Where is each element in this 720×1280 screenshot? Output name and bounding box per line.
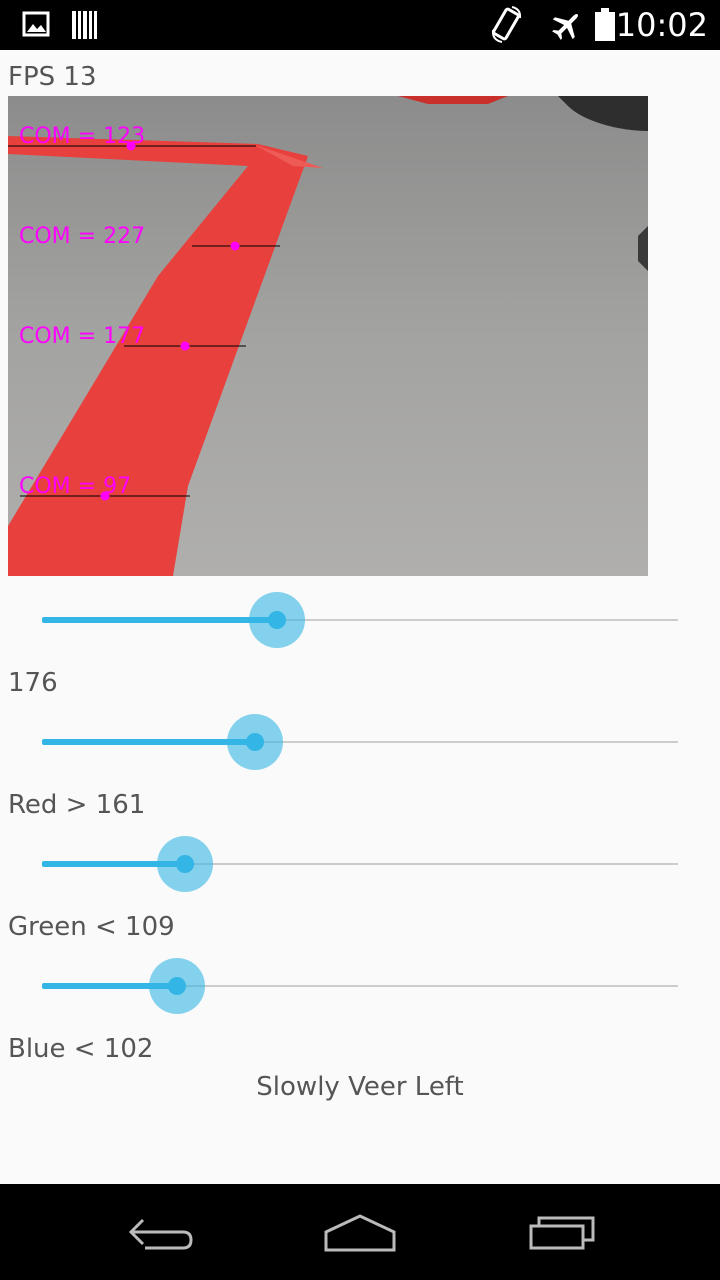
- slider-thumb[interactable]: [246, 733, 264, 751]
- red-slider[interactable]: [42, 714, 678, 770]
- slider-fill: [42, 617, 277, 623]
- recent-apps-icon: [529, 1216, 595, 1250]
- com-label: COM = 227: [19, 224, 146, 249]
- navigation-bar: [0, 1184, 720, 1280]
- home-button[interactable]: [312, 1202, 408, 1262]
- clock: 10:02: [615, 6, 708, 44]
- green-label: Green < 109: [8, 912, 175, 942]
- com-label: COM = 123: [19, 124, 146, 149]
- camera-view: COM = 123 COM = 227 COM = 177 COM = 97: [8, 96, 648, 576]
- slider-fill: [42, 739, 255, 745]
- green-slider[interactable]: [42, 836, 678, 892]
- airplane-icon: [550, 8, 584, 46]
- blue-label: Blue < 102: [8, 1034, 154, 1064]
- com-label: COM = 97: [19, 474, 132, 499]
- slider-thumb[interactable]: [268, 611, 286, 629]
- home-icon: [324, 1214, 396, 1252]
- com-marker: [230, 241, 240, 251]
- threshold-slider[interactable]: [42, 592, 678, 648]
- steering-status: Slowly Veer Left: [256, 1072, 464, 1102]
- back-icon: [128, 1218, 193, 1250]
- barcode-icon: [70, 10, 98, 44]
- back-button[interactable]: [112, 1202, 208, 1262]
- blue-slider[interactable]: [42, 958, 678, 1014]
- fps-label: FPS 13: [8, 62, 97, 92]
- com-marker: [180, 341, 190, 351]
- threshold-label: 176: [8, 668, 58, 698]
- slider-thumb[interactable]: [176, 855, 194, 873]
- status-bar: 10:02: [0, 0, 720, 50]
- recent-apps-button[interactable]: [514, 1202, 610, 1262]
- com-label: COM = 177: [19, 324, 146, 349]
- image-icon: [22, 10, 50, 42]
- rotate-phone-icon: [490, 6, 524, 48]
- slider-thumb[interactable]: [168, 977, 186, 995]
- red-label: Red > 161: [8, 790, 146, 820]
- battery-icon: [594, 8, 616, 46]
